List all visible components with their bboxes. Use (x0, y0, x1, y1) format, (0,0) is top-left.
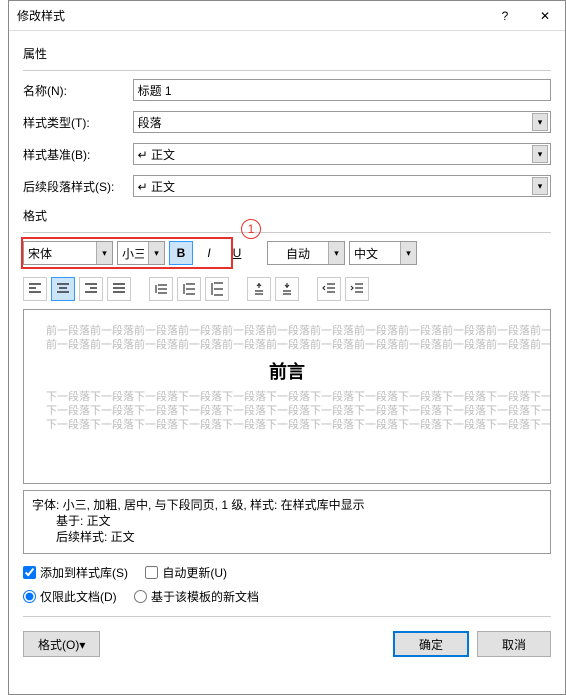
space-before-dec-button[interactable] (275, 277, 299, 301)
chevron-down-icon: ▾ (400, 242, 416, 264)
align-center-button[interactable] (51, 277, 75, 301)
bold-button[interactable]: B (169, 241, 193, 265)
format-menu-button[interactable]: 格式(O)▾ (23, 631, 100, 657)
italic-button[interactable]: I (197, 241, 221, 265)
space-before-inc-button[interactable] (247, 277, 271, 301)
follow-style-select[interactable]: ↵ 正文▾ (133, 175, 551, 197)
preview-before-text: 前一段落前一段落前一段落前一段落前一段落前一段落前一段落前一段落前一段落前一段落… (46, 338, 528, 352)
properties-section-label: 属性 (23, 45, 551, 62)
style-type-label: 样式类型(T): (23, 114, 133, 131)
format-section-label: 格式 (23, 207, 551, 224)
preview-after-text: 下一段落下一段落下一段落下一段落下一段落下一段落下一段落下一段落下一段落下一段落… (46, 418, 528, 432)
chevron-down-icon: ▾ (532, 145, 548, 163)
indent-increase-button[interactable] (345, 277, 369, 301)
name-label: 名称(N): (23, 82, 133, 99)
style-description: 字体: 小三, 加粗, 居中, 与下段同页, 1 级, 样式: 在样式库中显示 … (23, 490, 551, 554)
ok-button[interactable]: 确定 (393, 631, 469, 657)
titlebar: 修改样式 ? ✕ (9, 1, 565, 31)
font-name-combo[interactable]: ▾ (23, 241, 113, 265)
preview-before-text: 前一段落前一段落前一段落前一段落前一段落前一段落前一段落前一段落前一段落前一段落… (46, 324, 528, 338)
style-base-select[interactable]: ↵ 正文▾ (133, 143, 551, 165)
chevron-down-icon: ▾ (328, 242, 344, 264)
underline-button[interactable]: U (225, 241, 249, 265)
help-button[interactable]: ? (485, 1, 525, 31)
style-base-label: 样式基准(B): (23, 146, 133, 163)
preview-sample-text: 前言 (46, 358, 528, 384)
align-justify-button[interactable] (107, 277, 131, 301)
chevron-down-icon: ▾ (96, 242, 112, 264)
this-document-radio[interactable]: 仅限此文档(D) (23, 588, 117, 605)
cancel-button[interactable]: 取消 (477, 631, 551, 657)
line-spacing-15-button[interactable] (177, 277, 201, 301)
align-left-button[interactable] (23, 277, 47, 301)
font-size-combo[interactable]: ▾ (117, 241, 165, 265)
template-radio[interactable]: 基于该模板的新文档 (134, 588, 259, 605)
indent-decrease-button[interactable] (317, 277, 341, 301)
chevron-down-icon: ▾ (532, 177, 548, 195)
chevron-down-icon: ▾ (148, 242, 164, 264)
line-spacing-1-button[interactable] (149, 277, 173, 301)
preview-pane: 前一段落前一段落前一段落前一段落前一段落前一段落前一段落前一段落前一段落前一段落… (23, 309, 551, 484)
close-button[interactable]: ✕ (525, 1, 565, 31)
paragraph-toolbar (23, 277, 551, 301)
follow-style-label: 后续段落样式(S): (23, 178, 133, 195)
add-to-gallery-checkbox[interactable]: 添加到样式库(S) (23, 564, 128, 581)
line-spacing-2-button[interactable] (205, 277, 229, 301)
style-type-select[interactable]: 段落▾ (133, 111, 551, 133)
align-right-button[interactable] (79, 277, 103, 301)
annotation-marker: 1 (241, 219, 261, 239)
window-title: 修改样式 (17, 7, 485, 24)
font-color-combo[interactable]: 自动 ▾ (267, 241, 345, 265)
modify-style-dialog: 修改样式 ? ✕ 属性 名称(N): 样式类型(T): 段落▾ 样式基准(B):… (8, 0, 566, 695)
auto-update-checkbox[interactable]: 自动更新(U) (145, 564, 227, 581)
preview-after-text: 下一段落下一段落下一段落下一段落下一段落下一段落下一段落下一段落下一段落下一段落… (46, 404, 528, 418)
name-input[interactable] (133, 79, 551, 101)
chevron-down-icon: ▾ (532, 113, 548, 131)
preview-after-text: 下一段落下一段落下一段落下一段落下一段落下一段落下一段落下一段落下一段落下一段落… (46, 390, 528, 404)
script-combo[interactable]: ▾ (349, 241, 417, 265)
